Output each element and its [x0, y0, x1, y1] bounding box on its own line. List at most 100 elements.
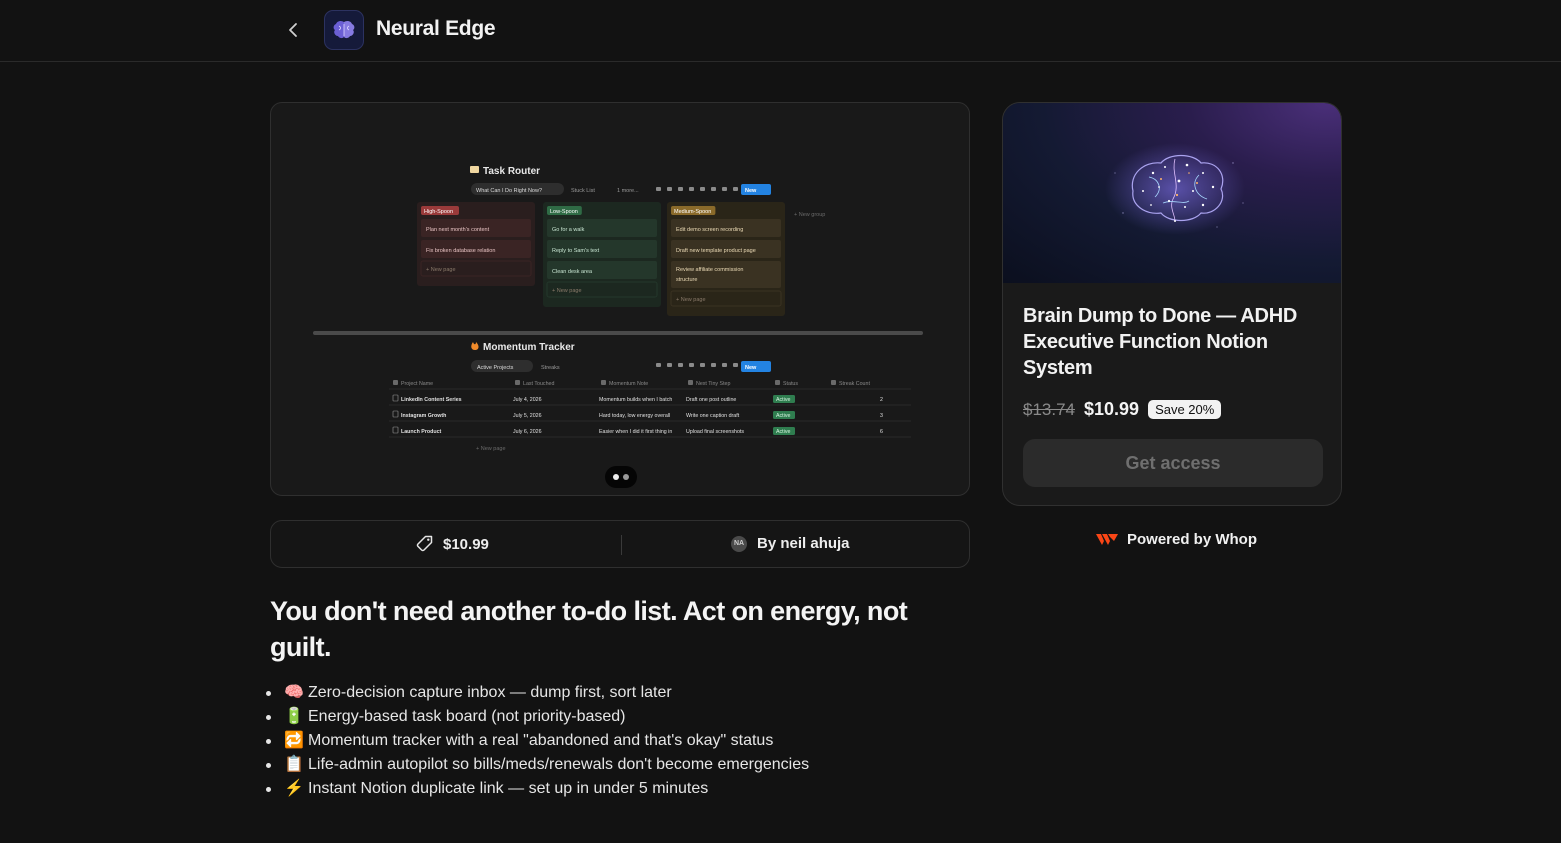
- page-icon: [392, 394, 399, 402]
- table-cell: July 4, 2026: [513, 397, 542, 403]
- kanban-board: High-Spoon Plan next month's content Fix b…: [417, 202, 785, 316]
- product-gallery[interactable]: Task Router What Can I Do Right Now? Stu…: [270, 102, 970, 496]
- column-type-icon: [831, 380, 836, 385]
- column-label: High-Spoon: [424, 209, 453, 215]
- author-name[interactable]: By neil ahuja: [757, 535, 850, 552]
- powered-by-label[interactable]: Powered by Whop: [1127, 531, 1257, 548]
- store-logo[interactable]: [324, 10, 364, 50]
- glowing-brain-illustration: [1105, 143, 1245, 235]
- powered-by-whop[interactable]: Powered by Whop: [1096, 531, 1257, 548]
- svg-text:New: New: [745, 365, 757, 371]
- price-value: $10.99: [443, 535, 489, 553]
- current-price: $10.99: [1084, 399, 1140, 419]
- new-page-label: + New page: [676, 297, 706, 303]
- brain-icon: [333, 20, 355, 39]
- streak-count: 6: [880, 429, 883, 435]
- table-header-cell: Streak Count: [839, 381, 870, 387]
- status-text: Active: [776, 429, 790, 435]
- feature-emoji-icon: 🔁: [284, 732, 304, 749]
- column-label: Low-Spoon: [550, 209, 578, 215]
- feature-item: 📋 Life-admin autopilot so bills/meds/rene…: [264, 753, 809, 777]
- board-card-title: Edit demo screen recording: [676, 227, 743, 233]
- table-cell: July 6, 2026: [513, 429, 542, 435]
- table-header-cell: Last Touched: [523, 381, 554, 387]
- table-cell: Launch Product: [401, 429, 442, 435]
- carousel-dot-2[interactable]: [623, 474, 629, 480]
- feature-emoji-icon: 🔋: [284, 708, 304, 725]
- feature-item: 🔁 Momentum tracker with a real "abandoned…: [264, 729, 809, 753]
- feature-text: Instant Notion duplicate link — set up i…: [308, 780, 709, 797]
- new-page-label: + New page: [426, 267, 456, 273]
- table-header-cell: Momentum Note: [609, 381, 648, 387]
- table-cell: Upload final screenshots: [686, 429, 744, 435]
- table-row[interactable]: Instagram Growth July 5, 2026 Hard today, …: [389, 410, 911, 422]
- feature-emoji-icon: ⚡: [284, 780, 304, 797]
- column-type-icon: [775, 380, 780, 385]
- back-button[interactable]: [282, 18, 304, 42]
- page-icon: [392, 426, 399, 434]
- board-card-title: Reply to Sam's text: [552, 248, 600, 254]
- new-group-label: + New group: [794, 212, 825, 218]
- feature-text: Zero-decision capture inbox — dump first…: [308, 684, 672, 701]
- table-cell: Momentum builds when I batch: [599, 397, 672, 403]
- board-column[interactable]: Low-Spoon Go for a walk Reply to Sam's tex…: [543, 202, 661, 307]
- column-type-icon: [393, 380, 398, 385]
- scrollbar: [313, 331, 923, 335]
- column-type-icon: [515, 380, 520, 385]
- price-row: $13.74 $10.99 Save 20%: [1023, 399, 1222, 420]
- top-bar: Neural Edge: [0, 0, 1561, 62]
- table-row[interactable]: Launch Product July 6, 2026 Easier when I …: [389, 426, 911, 438]
- board-card-title-cont: structure: [676, 277, 697, 283]
- feature-text: Momentum tracker with a real "abandoned …: [308, 732, 774, 749]
- board-card-title: Fix broken database relation: [426, 248, 495, 254]
- task-router-title: Task Router: [483, 166, 540, 177]
- feature-text: Life-admin autopilot so bills/meds/renew…: [308, 756, 810, 773]
- carousel-dot-1[interactable]: [613, 474, 619, 480]
- board-card: [671, 261, 781, 288]
- feature-emoji-icon: 🧠: [284, 684, 304, 701]
- board-card-title: Review affiliate commission: [676, 267, 743, 273]
- streak-count: 2: [880, 397, 883, 403]
- feature-emoji-icon: 📋: [284, 756, 304, 773]
- price-tag-icon: [416, 535, 433, 552]
- column-type-icon: [688, 380, 693, 385]
- column-type-icon: [601, 380, 606, 385]
- board-card-title: Go for a walk: [552, 227, 585, 233]
- product-headline: You don't need another to-do list. Act o…: [270, 596, 908, 662]
- store-name[interactable]: Neural Edge: [376, 17, 496, 41]
- status-text: Active: [776, 413, 790, 419]
- new-page-label: + New page: [552, 288, 582, 294]
- mt-tab-active: Active Projects: [477, 365, 514, 371]
- momentum-tracker-title: Momentum Tracker: [483, 342, 575, 353]
- table-header-cell: Project Name: [401, 381, 433, 387]
- board-card-title: Clean desk area: [552, 269, 593, 275]
- table-cell: Draft one post outline: [686, 397, 736, 403]
- product-card: Brain Dump to Done — ADHD Executive Func…: [1002, 102, 1342, 506]
- chevron-left-icon: [289, 23, 297, 37]
- view-tab-3: 1 more...: [617, 188, 639, 194]
- board-column[interactable]: High-Spoon Plan next month's content Fix b…: [417, 202, 535, 286]
- gallery-screenshot: Task Router What Can I Do Right Now? Stu…: [271, 141, 969, 458]
- table-cell: LinkedIn Content Series: [401, 397, 462, 403]
- carousel-dots: [605, 466, 637, 488]
- get-access-button[interactable]: Get access: [1023, 439, 1323, 487]
- table-cell: Easier when I did it first thing in: [599, 429, 672, 435]
- discount-badge: Save 20%: [1148, 400, 1222, 419]
- author-info[interactable]: NA By neil ahuja: [731, 535, 850, 552]
- mt-tab-2: Streaks: [541, 365, 560, 371]
- feature-item: ⚡ Instant Notion duplicate link — set up …: [264, 777, 809, 801]
- divider: [621, 535, 622, 555]
- product-info-bar: $10.99 NA By neil ahuja: [270, 520, 970, 568]
- whop-logo-icon: [1096, 534, 1118, 545]
- svg-text:New: New: [745, 188, 757, 194]
- table-cell: July 5, 2026: [513, 413, 542, 419]
- table-row[interactable]: LinkedIn Content Series July 4, 2026 Momen…: [389, 394, 911, 406]
- streak-count: 3: [880, 413, 883, 419]
- view-tab-2: Stuck List: [571, 188, 595, 194]
- table-header-cell: Next Tiny Step: [696, 381, 730, 387]
- board-card-title: Draft new template product page: [676, 248, 756, 254]
- view-tab-active: What Can I Do Right Now?: [476, 188, 542, 194]
- board-column[interactable]: Medium-Spoon Edit demo screen recording Dr…: [667, 202, 785, 316]
- product-title: Brain Dump to Done — ADHD Executive Func…: [1023, 305, 1297, 379]
- feature-list: 🧠 Zero-decision capture inbox — dump firs…: [264, 681, 809, 801]
